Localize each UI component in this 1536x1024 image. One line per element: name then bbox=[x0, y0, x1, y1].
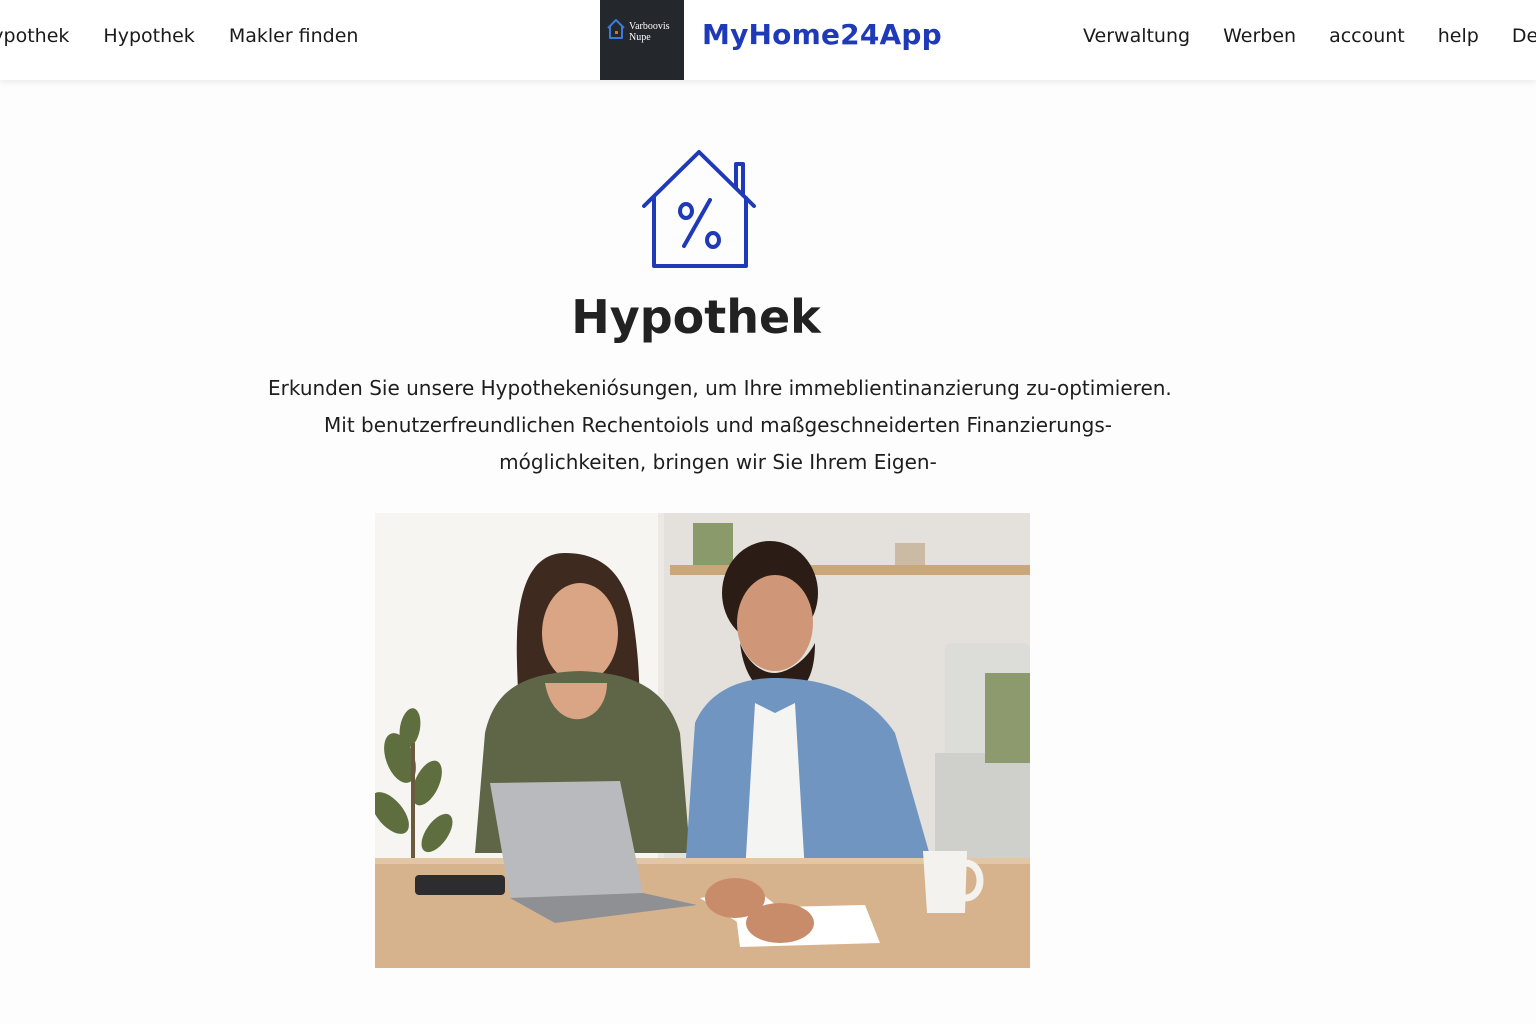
hero-description-line-1: Erkunden Sie unsere Hypothekeniósungen, … bbox=[268, 376, 1172, 400]
nav-link-verwaltung[interactable]: Verwaltung bbox=[1083, 25, 1190, 47]
logo-text: Varboovis Nupe bbox=[629, 21, 670, 43]
logo-line-2: Nupe bbox=[629, 32, 651, 43]
nav-link-werben[interactable]: Werben bbox=[1223, 25, 1296, 47]
nav-link-hypothek[interactable]: Hypothek bbox=[103, 25, 194, 47]
top-navigation-bar: Hypothek Hypothek Makler finden Varboovi… bbox=[0, 0, 1536, 80]
language-selector[interactable]: Deutsch bbox=[1512, 25, 1536, 47]
site-logo[interactable]: Varboovis Nupe bbox=[600, 0, 684, 80]
hero-description: Erkunden Sie unsere Hypothekeniósungen, … bbox=[268, 370, 1172, 481]
couple-at-laptop-photo bbox=[375, 513, 1030, 968]
nav-link-account[interactable]: account bbox=[1329, 25, 1405, 47]
logo-line-1: Varboovis bbox=[629, 21, 670, 32]
brand-name[interactable]: MyHome24App bbox=[702, 18, 942, 51]
nav-link-hypothek-partial[interactable]: Hypothek bbox=[0, 25, 69, 47]
page-title: Hypothek bbox=[571, 290, 821, 344]
nav-left: Hypothek Hypothek Makler finden bbox=[0, 0, 358, 72]
nav-right: Verwaltung Werben account help Deutsch bbox=[1083, 0, 1536, 72]
house-icon bbox=[607, 19, 625, 39]
house-percent-icon bbox=[642, 150, 756, 268]
nav-link-help[interactable]: help bbox=[1438, 25, 1479, 47]
hero-description-line-3: móglichkeiten, bringen wir Sie Ihrem Eig… bbox=[499, 450, 937, 474]
hero-description-line-2: Mit benutzerfreundlichen Rechentoiols un… bbox=[324, 413, 1112, 437]
nav-link-makler-finden[interactable]: Makler finden bbox=[229, 25, 359, 47]
